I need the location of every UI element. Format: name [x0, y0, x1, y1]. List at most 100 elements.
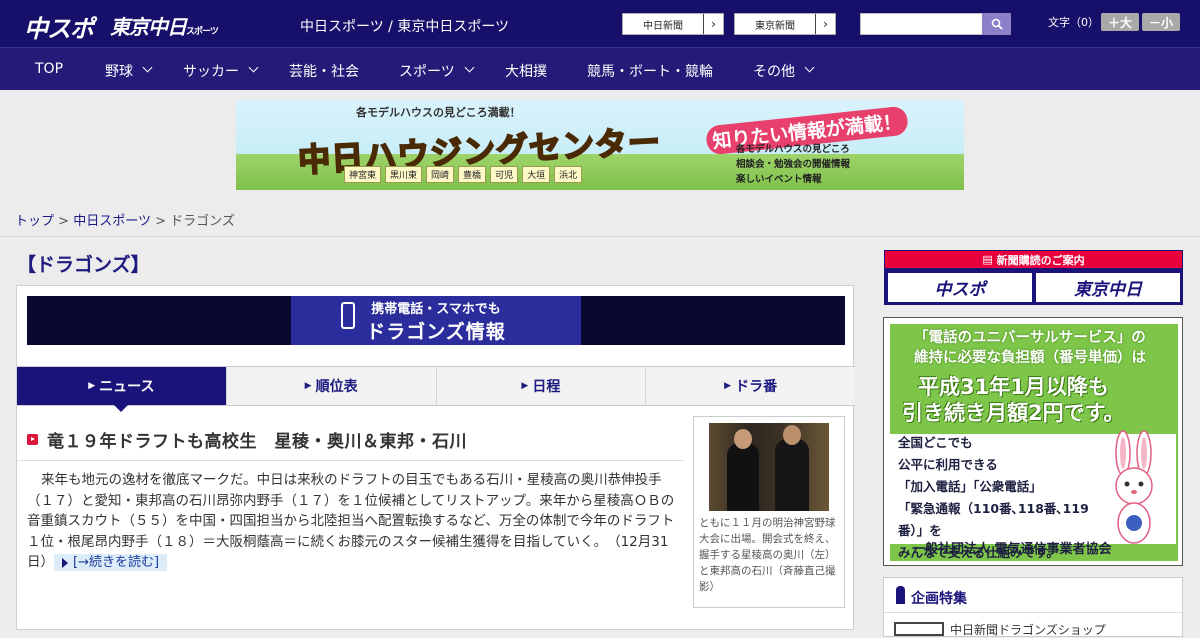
subscribe-chuspo-button[interactable]: 中スポ: [888, 273, 1032, 302]
breadcrumb-top[interactable]: トップ: [15, 214, 54, 229]
search-input[interactable]: [860, 13, 983, 35]
nav-item-soccer[interactable]: サッカー: [183, 61, 239, 81]
mobile-ad-line1: 携帯電話・スマホでも: [371, 301, 501, 317]
divider: [884, 612, 1182, 613]
chevron-right-icon: ▶: [521, 381, 529, 391]
nav-item-sumo[interactable]: 大相撲: [505, 61, 547, 81]
tab-news[interactable]: ▶ ニュース: [17, 367, 227, 412]
chevron-right-icon: ▶: [88, 381, 96, 391]
chevron-right-icon: ▶: [724, 381, 732, 391]
ad-list-item: 楽しいイベント情報: [736, 174, 822, 185]
breadcrumb-chunichi-sports[interactable]: 中日スポーツ: [73, 214, 151, 229]
breadcrumb-separator: >: [155, 214, 166, 229]
ad-town: 浜北: [554, 166, 583, 183]
universal-ad-line4: 引き続き月額2円です。: [902, 401, 1125, 425]
article-photo-box: ともに１１月の明治神宮野球大会に出場。開会式を終え、握手する星稜高の奥川（左）と…: [693, 416, 845, 608]
nav-item-sports[interactable]: スポーツ: [399, 61, 455, 81]
photo-head: [783, 425, 801, 445]
ribbon-icon: [896, 586, 905, 604]
tab-schedule[interactable]: ▶ 日程: [437, 367, 647, 405]
nav-item-entertainment[interactable]: 芸能・社会: [289, 61, 359, 81]
read-more-link[interactable]: [→続きを読む]: [54, 554, 168, 571]
universal-ad-text: 公平に利用できる: [898, 457, 998, 472]
chevron-right-icon: ›: [703, 14, 723, 34]
ad-towns: 神宮東 黒川東 岡崎 豊橋 可児 大垣 浜北: [344, 166, 583, 183]
special-features-header: 企画特集: [911, 591, 967, 607]
chevron-right-icon: ▶: [304, 381, 312, 391]
ad-top-text: 各モデルハウスの見どころ満載！: [356, 106, 521, 119]
article-photo[interactable]: [709, 423, 829, 511]
article-text: 来年も地元の逸材を徹底マークだ。中日は来秋のドラフトの目玉でもある石川・星稜高の…: [27, 472, 675, 550]
chevron-down-icon: [248, 62, 259, 73]
site-name: 中日スポーツ / 東京中日スポーツ: [300, 19, 510, 35]
mobile-dragons-ad[interactable]: 携帯電話・スマホでも ドラゴンズ情報: [27, 296, 845, 345]
tokyo-chunichi-logo[interactable]: 東京中日スポーツ: [110, 11, 219, 40]
nav-item-baseball[interactable]: 野球: [105, 61, 133, 81]
tab-label: ドラ番: [735, 379, 778, 395]
mobile-ad-inner: 携帯電話・スマホでも ドラゴンズ情報: [291, 296, 581, 345]
housing-center-ad[interactable]: 各モデルハウスの見どころ満載！ 中日ハウジングセンター 知りたい情報が満載！ 各…: [236, 100, 964, 190]
tokyo-logo-text: 東京中日: [110, 15, 187, 39]
chuspo-logo[interactable]: 中スポ: [24, 9, 94, 44]
ad-town: 神宮東: [344, 166, 382, 183]
tokyo-shimbun-link[interactable]: 東京新聞 ›: [734, 13, 836, 35]
photo-figure: [727, 443, 759, 511]
headline-divider: [17, 460, 683, 461]
tab-label: 日程: [532, 379, 561, 395]
nav-item-other[interactable]: その他: [753, 61, 795, 81]
search-button[interactable]: [982, 13, 1011, 35]
subscribe-tokyo-button[interactable]: 東京中日: [1036, 273, 1180, 302]
subscription-header: ▤ 新聞購読のご案内: [885, 251, 1182, 268]
chevron-right-icon: ›: [815, 14, 835, 34]
universal-ad-text: 「緊急通報（110番､118番､119番）」を: [898, 501, 1089, 538]
font-size-label: 文字（0）: [1048, 16, 1099, 29]
ad-town: 豊橋: [458, 166, 487, 183]
photo-head: [734, 429, 752, 449]
tokyo-logo-small: スポーツ: [186, 27, 219, 37]
ext-link-label: 東京新聞: [755, 20, 795, 32]
universal-ad-footer: 一般社団法人 電気通信事業者協会: [912, 542, 1112, 557]
special-features-box: 企画特集 中日新聞ドラゴンズショップ: [883, 577, 1183, 637]
article-headline[interactable]: 竜１９年ドラフトも高校生 星稜・奥川＆東邦・石川: [47, 427, 467, 452]
universal-ad-lines: 全国どこでも 公平に利用できる 「加入電話」「公衆電話」 「緊急通報（110番､…: [898, 432, 1108, 560]
section-tabs: ▶ ニュース ▶ 順位表 ▶ 日程 ▶ ドラ番: [17, 366, 855, 412]
read-more-label: [→続きを読む]: [73, 555, 160, 570]
tab-label: ニュース: [99, 379, 155, 395]
chunichi-shimbun-link[interactable]: 中日新聞 ›: [622, 13, 724, 35]
photo-caption: ともに１１月の明治神宮野球大会に出場。開会式を終え、握手する星稜高の奥川（左）と…: [699, 517, 836, 593]
ad-town: 大垣: [522, 166, 551, 183]
font-smaller-button[interactable]: －小: [1142, 13, 1180, 31]
chevron-down-icon: [464, 62, 475, 73]
breadcrumb-separator: >: [58, 214, 70, 229]
main-content: 携帯電話・スマホでも ドラゴンズ情報 ▶ ニュース ▶ 順位表 ▶ 日程 ▶ ドラ番 竜…: [16, 285, 855, 630]
nav-item-racing[interactable]: 競馬・ボート・競輪: [587, 61, 713, 81]
tab-draban[interactable]: ▶ ドラ番: [646, 367, 855, 405]
smartphone-icon: [341, 302, 355, 329]
header-bar: 中スポ 東京中日スポーツ 中日スポーツ / 東京中日スポーツ 中日新聞 › 東京…: [0, 0, 1200, 47]
ad-town: 岡崎: [426, 166, 455, 183]
universal-ad-text: 全国どこでも: [898, 435, 973, 450]
ad-list-item: 相談会・勉強会の開催情報: [736, 159, 851, 170]
font-larger-button[interactable]: ＋大: [1101, 13, 1139, 31]
bunny-mascot-icon: [1115, 430, 1153, 544]
ad-list-item: 各モデルハウスの見どころ: [736, 144, 850, 155]
universal-ad-line2: 維持に必要な負担額（番号単価）は: [914, 350, 1146, 366]
ext-link-label: 中日新聞: [643, 20, 683, 32]
search-icon: [991, 18, 1003, 30]
main-nav: TOP 野球 サッカー 芸能・社会 スポーツ 大相撲 競馬・ボート・競輪 その他: [0, 47, 1200, 90]
tab-standings[interactable]: ▶ 順位表: [227, 367, 437, 405]
universal-ad-text: 「加入電話」「公衆電話」: [898, 479, 1042, 494]
subscription-header-text: 新聞購読のご案内: [996, 253, 1085, 267]
tab-label: 順位表: [315, 379, 358, 395]
chevron-down-icon: [804, 62, 815, 73]
photo-figure: [775, 439, 809, 511]
article-body: 来年も地元の逸材を徹底マークだ。中日は来秋のドラフトの目玉でもある石川・星稜高の…: [27, 470, 677, 574]
page-title: 【ドラゴンズ】: [17, 254, 150, 276]
chevron-down-icon: [142, 62, 153, 73]
play-icon: [27, 434, 38, 445]
universal-service-ad[interactable]: 「電話のユニバーサルサービス」の 維持に必要な負担額（番号単価）は 平成31年1…: [883, 317, 1183, 566]
universal-ad-line1: 「電話のユニバーサルサービス」の: [914, 330, 1146, 346]
nav-item-top[interactable]: TOP: [35, 61, 63, 77]
feature-thumbnail[interactable]: [894, 622, 944, 636]
ad-list: 各モデルハウスの見どころ 相談会・勉強会の開催情報 楽しいイベント情報: [736, 142, 850, 187]
